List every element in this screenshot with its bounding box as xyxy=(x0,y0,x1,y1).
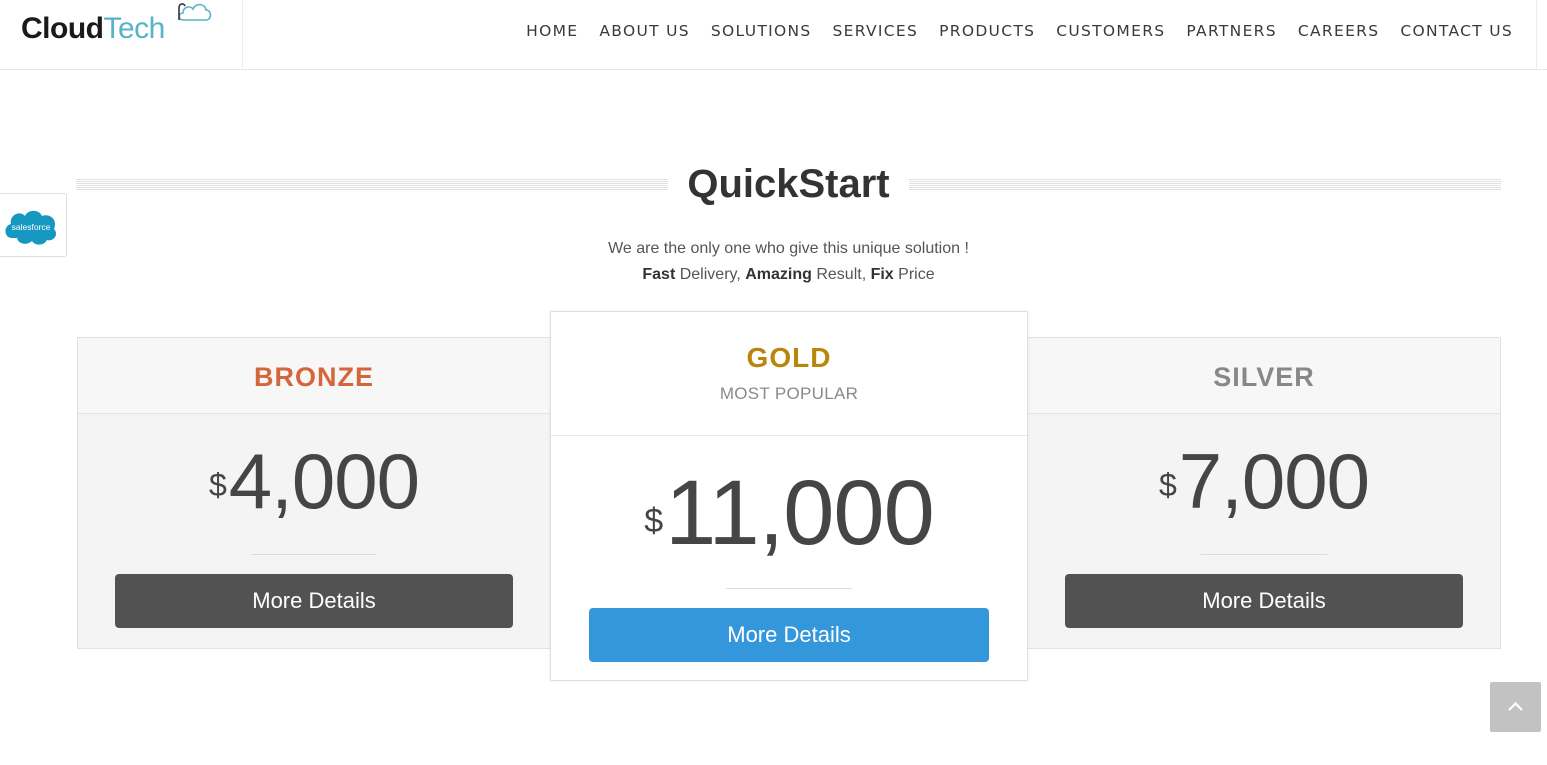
price-amount: 7,000 xyxy=(1178,437,1370,525)
nav-partners[interactable]: PARTNERS xyxy=(1186,22,1276,40)
currency-symbol: $ xyxy=(644,502,664,540)
pricing-card-header: GOLD MOST POPULAR xyxy=(551,312,1027,436)
currency-symbol: $ xyxy=(1159,467,1177,503)
nav-products[interactable]: PRODUCTS xyxy=(939,22,1035,40)
nav-about-us[interactable]: ABOUT US xyxy=(599,22,690,40)
price-divider xyxy=(1201,554,1327,555)
brand-name-part2: Tech xyxy=(103,12,165,45)
section-title: QuickStart xyxy=(687,162,890,206)
subtitle-line-1: We are the only one who give this unique… xyxy=(608,240,969,257)
bronze-more-details-button[interactable]: More Details xyxy=(115,574,513,628)
silver-more-details-button[interactable]: More Details xyxy=(1065,574,1463,628)
pricing-card-silver: SILVER $7,000 More Details xyxy=(1027,337,1501,649)
subtitle-bold-fix: Fix xyxy=(870,266,894,283)
nav-services[interactable]: SERVICES xyxy=(833,22,919,40)
most-popular-label: MOST POPULAR xyxy=(719,384,859,403)
salesforce-badge-text: salesforce xyxy=(12,222,51,232)
currency-symbol: $ xyxy=(209,467,227,503)
price-amount: 11,000 xyxy=(665,462,935,564)
subtitle-bold-fast: Fast xyxy=(642,266,676,283)
subtitle-line-2: Fast Delivery, Amazing Result, Fix Price xyxy=(0,262,1547,288)
logo-container[interactable]: CloudTech xyxy=(0,0,243,70)
main-nav: HOME ABOUT US SOLUTIONS SERVICES PRODUCT… xyxy=(505,22,1513,40)
section-subtitle: We are the only one who give this unique… xyxy=(0,236,1547,288)
brand-name-part1: Cloud xyxy=(21,12,104,45)
nav-contact-us[interactable]: CONTACT US xyxy=(1400,22,1513,40)
pricing-card-header: BRONZE xyxy=(78,338,550,414)
subtitle-bold-amazing: Amazing xyxy=(745,266,812,283)
section-title-row: QuickStart xyxy=(76,160,1501,210)
nav-home[interactable]: HOME xyxy=(526,22,578,40)
nav-customers[interactable]: CUSTOMERS xyxy=(1056,22,1165,40)
pricing-card-header: SILVER xyxy=(1028,338,1500,414)
price-divider xyxy=(251,554,377,555)
nav-careers[interactable]: CAREERS xyxy=(1298,22,1380,40)
header-divider xyxy=(1536,0,1537,70)
scroll-to-top-button[interactable] xyxy=(1490,682,1541,732)
gold-more-details-button[interactable]: More Details xyxy=(589,608,989,662)
pricing-card-bronze: BRONZE $4,000 More Details xyxy=(77,337,551,649)
brand-logo[interactable]: CloudTech xyxy=(21,12,165,46)
site-header: CloudTech HOME ABOUT US SOLUTIONS SERVIC… xyxy=(0,0,1547,70)
chevron-up-icon xyxy=(1508,701,1523,711)
plan-name: SILVER xyxy=(1213,362,1315,392)
plan-price: $7,000 xyxy=(1028,438,1500,524)
price-amount: 4,000 xyxy=(228,437,420,525)
plan-price: $4,000 xyxy=(78,438,550,524)
subtitle-text-2: Result, xyxy=(811,266,871,283)
subtitle-text-3: Price xyxy=(893,266,935,283)
pricing-card-gold: GOLD MOST POPULAR $11,000 More Details xyxy=(550,311,1028,681)
plan-name: BRONZE xyxy=(254,362,374,392)
cloud-icon xyxy=(178,3,212,21)
nav-solutions[interactable]: SOLUTIONS xyxy=(711,22,812,40)
price-divider xyxy=(726,588,852,589)
subtitle-text-1: Delivery, xyxy=(675,266,746,283)
plan-name: GOLD xyxy=(746,342,832,373)
plan-price: $11,000 xyxy=(551,466,1027,560)
